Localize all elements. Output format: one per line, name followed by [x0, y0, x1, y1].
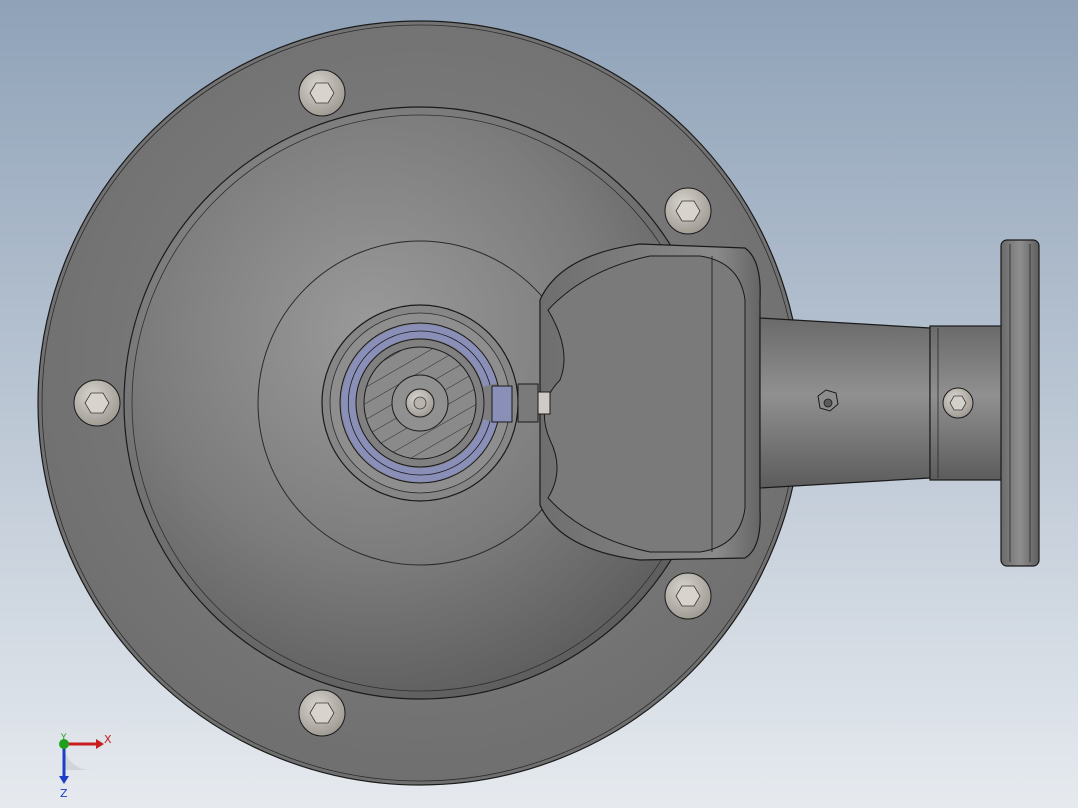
model-canvas[interactable]: X Y Z [0, 0, 1078, 808]
cad-viewport[interactable]: X Y Z [0, 0, 1078, 808]
triad-z-label: Z [60, 787, 68, 800]
outlet-flange[interactable] [1000, 239, 1040, 567]
outlet-neck [759, 317, 931, 489]
flange-bolt-icon[interactable] [298, 689, 346, 737]
flange-bolt-icon[interactable] [664, 187, 712, 235]
triad-y-label: Y [60, 733, 67, 743]
flange-bolt-icon[interactable] [73, 379, 121, 427]
triad-x-label: X [104, 733, 112, 746]
flange-bolt-icon[interactable] [942, 387, 974, 419]
flange-bolt-icon[interactable] [664, 572, 712, 620]
flange-bolt-icon[interactable] [298, 69, 346, 117]
